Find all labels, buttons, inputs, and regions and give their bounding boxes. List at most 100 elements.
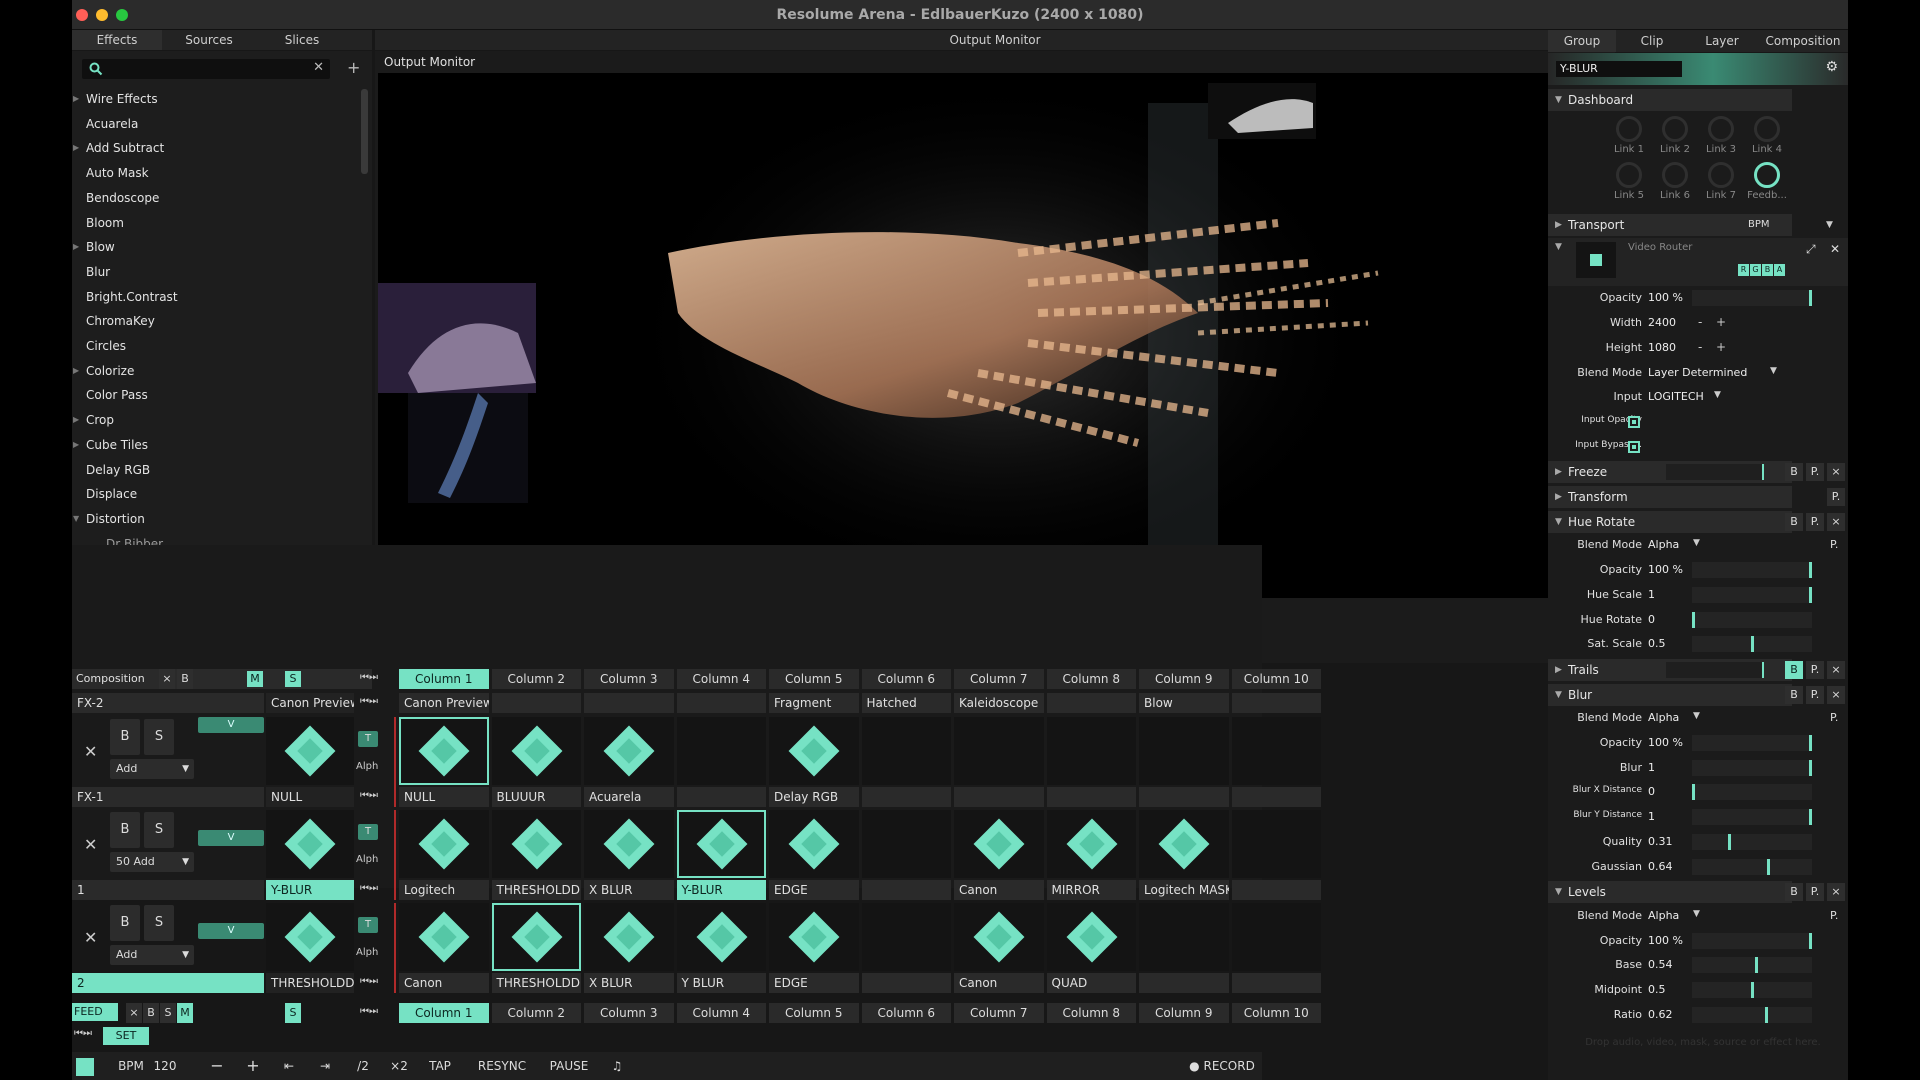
param-preset-button[interactable]: P. bbox=[1830, 909, 1838, 922]
param-value[interactable]: 1080 bbox=[1648, 341, 1676, 354]
clip-name[interactable] bbox=[676, 693, 766, 713]
feed-master-button[interactable]: M bbox=[177, 1003, 193, 1023]
clip-name[interactable] bbox=[1139, 787, 1229, 807]
clip-cell[interactable] bbox=[769, 810, 859, 878]
param-value[interactable]: 0.54 bbox=[1648, 958, 1673, 971]
add-icon[interactable]: + bbox=[347, 58, 360, 77]
deck-skip-icons[interactable]: ⏮⏭ bbox=[74, 1028, 92, 1039]
record-button[interactable]: ● RECORD bbox=[1187, 1052, 1257, 1080]
layer-blend-select[interactable]: 50 Add ▼ bbox=[110, 852, 194, 872]
effect-button-remove[interactable]: × bbox=[1827, 660, 1845, 679]
composition-master-button[interactable]: M bbox=[247, 671, 263, 687]
param-slider[interactable] bbox=[1692, 1006, 1812, 1023]
bpm-value[interactable]: 120 bbox=[150, 1052, 180, 1080]
skip-icons[interactable]: ⏮⏭ bbox=[360, 696, 378, 707]
chevron-down-icon[interactable]: ▼ bbox=[1693, 909, 1700, 919]
layer-video-button[interactable]: V bbox=[198, 923, 264, 939]
clip-cell[interactable] bbox=[491, 903, 581, 971]
clip-name[interactable]: BLUUUR bbox=[491, 787, 581, 807]
section-header[interactable]: ▼ Dashboard bbox=[1548, 89, 1792, 111]
column-header[interactable]: Column 9 bbox=[1139, 1003, 1229, 1023]
clip-cell[interactable] bbox=[399, 810, 489, 878]
clip-name[interactable]: Canon bbox=[954, 973, 1044, 993]
layer-transition-button[interactable]: T bbox=[358, 731, 378, 747]
param-value[interactable]: 0 bbox=[1648, 613, 1655, 626]
effect-button-bypass[interactable]: B bbox=[1785, 660, 1803, 679]
bpm-minus-button[interactable]: − bbox=[202, 1052, 232, 1080]
clip-name[interactable] bbox=[1139, 973, 1229, 993]
clip-name[interactable]: THRESHOLDD bbox=[491, 973, 581, 993]
layer-clear-icon[interactable]: ✕ bbox=[84, 742, 97, 761]
clip-name[interactable]: NULL bbox=[399, 787, 489, 807]
effect-item[interactable]: ▶ Wire Effects bbox=[73, 89, 346, 109]
effect-mix-slider[interactable] bbox=[1666, 661, 1764, 678]
effect-button-preset[interactable]: P. bbox=[1806, 463, 1824, 482]
column-header[interactable]: Column 3 bbox=[584, 669, 674, 689]
param-value[interactable]: Alpha bbox=[1648, 538, 1679, 551]
feed-bypass-button[interactable]: B bbox=[143, 1003, 159, 1023]
effect-button-bypass[interactable]: B bbox=[1785, 512, 1803, 531]
clip-cell[interactable] bbox=[954, 810, 1044, 878]
layer-name[interactable]: FX-2 bbox=[72, 693, 264, 713]
expand-arrow-icon[interactable]: ▶ bbox=[73, 138, 79, 158]
column-header[interactable]: Column 4 bbox=[676, 669, 766, 689]
effect-button-preset[interactable]: P. bbox=[1806, 685, 1824, 704]
effect-mix-slider[interactable] bbox=[1666, 464, 1764, 481]
clip-cell[interactable] bbox=[491, 810, 581, 878]
param-value[interactable]: 0.62 bbox=[1648, 1008, 1673, 1021]
column-header[interactable]: Column 3 bbox=[584, 1003, 674, 1023]
clip-cell[interactable] bbox=[954, 903, 1044, 971]
column-header[interactable]: Column 5 bbox=[769, 1003, 859, 1023]
composition-clear-button[interactable]: × bbox=[159, 669, 175, 689]
tap-button[interactable]: TAP bbox=[420, 1052, 460, 1080]
section-header[interactable]: ▼ Levels bbox=[1548, 881, 1792, 904]
param-slider[interactable] bbox=[1692, 833, 1812, 850]
chevron-down-icon[interactable]: ▼ bbox=[1714, 390, 1721, 400]
clip-name[interactable] bbox=[1231, 787, 1321, 807]
column-header[interactable]: Column 10 bbox=[1231, 669, 1321, 689]
tab-layer[interactable]: Layer bbox=[1688, 30, 1756, 52]
param-value[interactable]: 0.64 bbox=[1648, 860, 1673, 873]
expand-arrow-icon[interactable]: ▶ bbox=[1555, 461, 1562, 483]
clip-name[interactable]: EDGE bbox=[769, 880, 859, 900]
param-value[interactable]: 0.5 bbox=[1648, 983, 1666, 996]
param-slider[interactable] bbox=[1692, 932, 1812, 949]
param-slider[interactable] bbox=[1692, 611, 1812, 628]
effect-item[interactable]: ChromaKey bbox=[86, 311, 346, 331]
column-header[interactable]: Column 4 bbox=[676, 1003, 766, 1023]
bpm-plus-button[interactable]: + bbox=[238, 1052, 268, 1080]
clip-name[interactable]: QUAD bbox=[1046, 973, 1136, 993]
clip-cell[interactable] bbox=[584, 903, 674, 971]
tab-effects[interactable]: Effects bbox=[72, 30, 162, 50]
layer-name[interactable]: 2 bbox=[72, 973, 264, 993]
section-header[interactable]: ▶TransportBPM Sync▼ bbox=[1548, 213, 1833, 252]
collapse-arrow-icon[interactable]: ▼ bbox=[1555, 881, 1562, 903]
param-value[interactable]: 1 bbox=[1648, 761, 1655, 774]
clip-name[interactable] bbox=[1046, 787, 1136, 807]
effect-item[interactable]: ▶ Add Subtract bbox=[73, 138, 346, 158]
param-value[interactable]: 0.31 bbox=[1648, 835, 1673, 848]
clip-cell[interactable] bbox=[1139, 903, 1229, 971]
param-value[interactable]: 0.5 bbox=[1648, 637, 1666, 650]
effect-item[interactable]: Bright.Contrast bbox=[86, 287, 346, 307]
effect-item[interactable]: Color Pass bbox=[86, 385, 346, 405]
param-value[interactable]: 100 % bbox=[1648, 736, 1683, 749]
clip-name[interactable]: Y BLUR bbox=[676, 973, 766, 993]
close-icon[interactable]: ✕ bbox=[1830, 242, 1840, 256]
column-header[interactable]: Column 7 bbox=[954, 1003, 1044, 1023]
clip-cell[interactable] bbox=[1231, 810, 1321, 878]
clip-cell[interactable] bbox=[676, 903, 766, 971]
clip-cell[interactable] bbox=[769, 717, 859, 785]
param-value[interactable]: 0 bbox=[1648, 785, 1655, 798]
clip-cell[interactable] bbox=[861, 810, 951, 878]
metronome-icon[interactable]: ♫ bbox=[602, 1052, 632, 1080]
tab-slices[interactable]: Slices bbox=[257, 30, 347, 50]
param-slider[interactable] bbox=[1692, 759, 1812, 776]
resync-button[interactable]: RESYNC bbox=[472, 1052, 532, 1080]
param-slider[interactable] bbox=[1692, 784, 1812, 801]
skip-icons[interactable]: ⏮⏭ bbox=[360, 790, 378, 801]
clear-search-icon[interactable]: ✕ bbox=[313, 60, 324, 75]
clip-cell[interactable] bbox=[1046, 717, 1136, 785]
clip-cell[interactable] bbox=[1046, 810, 1136, 878]
section-header[interactable]: ▼ Blur bbox=[1548, 683, 1792, 706]
